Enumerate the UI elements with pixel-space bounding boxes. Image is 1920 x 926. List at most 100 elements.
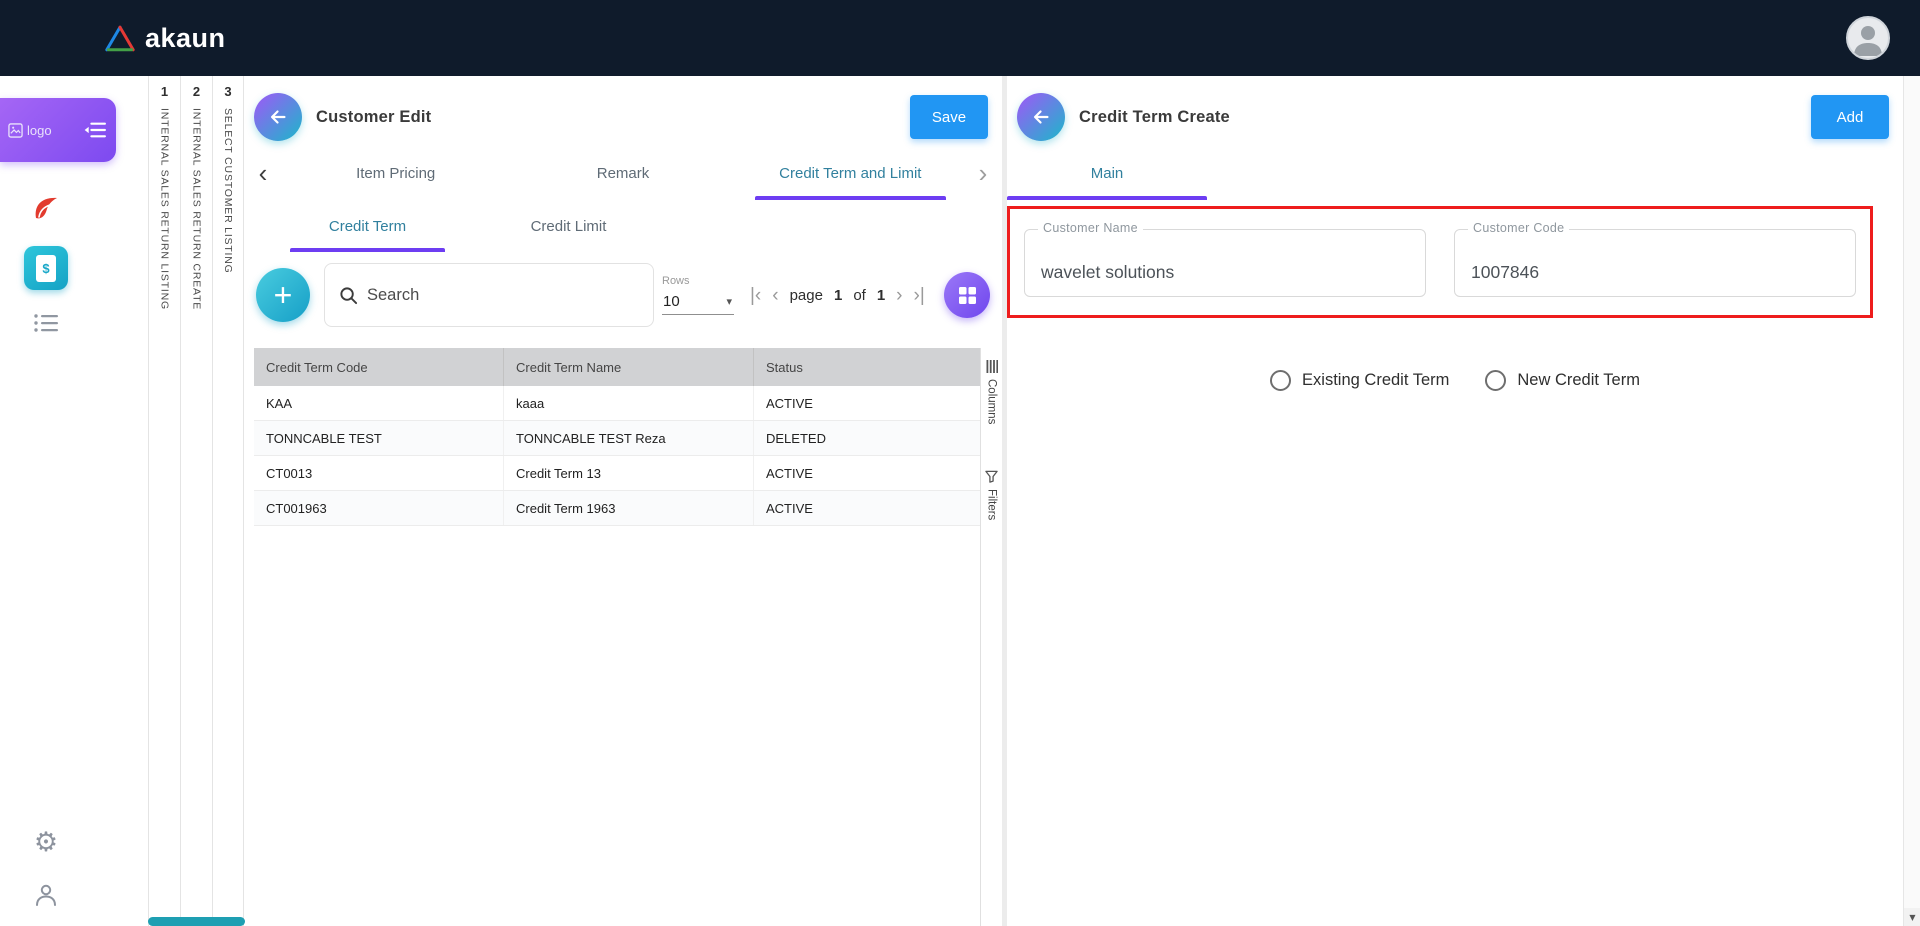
radio-circle-icon <box>1485 370 1506 391</box>
horizontal-scrollbar-thumb[interactable] <box>148 917 245 926</box>
filters-label: Filters <box>986 489 998 520</box>
search-icon <box>339 286 358 305</box>
credit-term-table-area: Credit Term Code Credit Term Name Status… <box>254 348 1002 926</box>
step-strip-3[interactable]: 3 SELECT CUSTOMER LISTING <box>212 76 244 926</box>
red-app-icon[interactable] <box>24 192 68 224</box>
vertical-scrollbar[interactable]: ▼ <box>1903 76 1920 926</box>
subtab-credit-limit[interactable]: Credit Limit <box>491 200 646 252</box>
first-page-icon[interactable]: |‹ <box>750 286 761 305</box>
sidebar-bottom-icons: ⚙ <box>24 829 68 908</box>
table-row[interactable]: TONNCABLE TEST TONNCABLE TEST Reza DELET… <box>254 421 980 456</box>
cell-status: ACTIVE <box>754 386 980 420</box>
credit-subtabs: Credit Term Credit Limit <box>244 200 1002 252</box>
brand-logo[interactable]: akaun <box>104 23 226 54</box>
app-page: akaun <box>0 0 1920 926</box>
table-options-strip: Columns Filters <box>980 348 1002 926</box>
step-number: 2 <box>193 84 200 99</box>
credit-term-create-header: Credit Term Create Add <box>1007 76 1903 146</box>
pagination: |‹ ‹ page 1 of 1 › ›| <box>750 286 925 305</box>
tab-remark[interactable]: Remark <box>509 146 736 200</box>
customer-name-field[interactable]: Customer Name wavelet solutions <box>1024 229 1426 297</box>
profile-person-icon[interactable] <box>24 882 68 908</box>
cell-credit-term-code: CT001963 <box>254 491 504 525</box>
cell-status: ACTIVE <box>754 456 980 490</box>
credit-term-create-panel: Credit Term Create Add Main Customer Nam… <box>1007 76 1903 926</box>
search-box[interactable] <box>324 263 654 327</box>
filters-option[interactable]: Filters <box>985 470 998 520</box>
save-button[interactable]: Save <box>910 95 988 139</box>
table-row[interactable]: CT0013 Credit Term 13 ACTIVE <box>254 456 980 491</box>
page-title: Credit Term Create <box>1079 108 1230 127</box>
customer-edit-panel: Customer Edit Save ‹ Item Pricing Remark… <box>244 76 1002 926</box>
main-panels: Customer Edit Save ‹ Item Pricing Remark… <box>244 76 1920 926</box>
tabs-scroll-right-icon[interactable]: › <box>964 146 1002 200</box>
sidebar-logo-card[interactable]: logo <box>0 98 116 162</box>
brand-triangle-icon <box>104 24 136 53</box>
scroll-down-icon[interactable]: ▼ <box>1904 908 1920 926</box>
column-header-status[interactable]: Status <box>754 348 980 386</box>
cell-status: DELETED <box>754 421 980 455</box>
customer-edit-header: Customer Edit Save <box>244 76 1002 146</box>
tab-main[interactable]: Main <box>1007 146 1207 200</box>
cell-credit-term-name: TONNCABLE TEST Reza <box>504 421 754 455</box>
sidebar-app-icons: $ <box>0 192 148 334</box>
rows-value: 10 <box>663 293 680 310</box>
columns-option[interactable]: Columns <box>986 360 998 424</box>
radio-new-credit-term[interactable]: New Credit Term <box>1485 370 1640 391</box>
radio-existing-credit-term[interactable]: Existing Credit Term <box>1270 370 1449 391</box>
sidebar-toggle-icon[interactable] <box>84 121 106 139</box>
step-strip-1[interactable]: 1 INTERNAL SALES RETURN LISTING <box>148 76 180 926</box>
column-header-credit-term-name[interactable]: Credit Term Name <box>504 348 754 386</box>
logo-alt-text: logo <box>27 123 52 138</box>
broken-image-icon <box>8 123 23 138</box>
tab-credit-term-and-limit[interactable]: Credit Term and Limit <box>737 146 964 200</box>
brand-name: akaun <box>145 23 226 54</box>
credit-term-create-tabs: Main <box>1007 146 1903 200</box>
current-page-number: 1 <box>834 287 842 304</box>
teal-app-icon[interactable]: $ <box>24 246 68 290</box>
add-credit-term-button[interactable]: + <box>256 268 310 322</box>
total-pages-number: 1 <box>877 287 885 304</box>
back-button[interactable] <box>1017 93 1065 141</box>
step-strip-2[interactable]: 2 INTERNAL SALES RETURN CREATE <box>180 76 212 926</box>
customer-name-value: wavelet solutions <box>1041 262 1174 283</box>
app-shell: logo <box>0 76 1920 926</box>
list-icon[interactable] <box>24 312 68 334</box>
grid-view-button[interactable] <box>944 272 990 318</box>
credit-term-type-radios: Existing Credit Term New Credit Term <box>1007 370 1903 391</box>
tab-item-pricing[interactable]: Item Pricing <box>282 146 509 200</box>
back-button[interactable] <box>254 93 302 141</box>
tabs-scroll-left-icon[interactable]: ‹ <box>244 146 282 200</box>
customer-code-field[interactable]: Customer Code 1007846 <box>1454 229 1856 297</box>
table-header-row: Credit Term Code Credit Term Name Status <box>254 348 980 386</box>
cell-status: ACTIVE <box>754 491 980 525</box>
table-row[interactable]: KAA kaaa ACTIVE <box>254 386 980 421</box>
cell-credit-term-code: CT0013 <box>254 456 504 490</box>
prev-page-icon[interactable]: ‹ <box>772 286 778 305</box>
last-page-icon[interactable]: ›| <box>914 286 925 305</box>
filter-funnel-icon <box>985 470 998 483</box>
column-header-credit-term-code[interactable]: Credit Term Code <box>254 348 504 386</box>
person-icon <box>1848 18 1888 58</box>
settings-gear-icon[interactable]: ⚙ <box>24 829 68 856</box>
sidebar: logo <box>0 76 148 926</box>
cell-credit-term-code: TONNCABLE TEST <box>254 421 504 455</box>
radio-circle-icon <box>1270 370 1291 391</box>
table-row[interactable]: CT001963 Credit Term 1963 ACTIVE <box>254 491 980 526</box>
step-label: SELECT CUSTOMER LISTING <box>222 108 234 274</box>
add-button[interactable]: Add <box>1811 95 1889 139</box>
search-input[interactable] <box>367 286 639 305</box>
teal-app-tile: $ <box>24 246 68 290</box>
rows-per-page-select[interactable]: Rows 10 ▾ <box>662 275 734 315</box>
table-toolbar: + Rows 10 ▾ <box>244 252 1002 338</box>
customer-name-label: Customer Name <box>1038 221 1143 235</box>
page-word: page <box>790 287 823 304</box>
next-page-icon[interactable]: › <box>896 286 902 305</box>
subtab-credit-term[interactable]: Credit Term <box>290 200 445 252</box>
caret-down-icon: ▾ <box>726 295 732 308</box>
credit-term-table: Credit Term Code Credit Term Name Status… <box>254 348 980 926</box>
customer-edit-tabs: ‹ Item Pricing Remark Credit Term and Li… <box>244 146 1002 200</box>
user-avatar[interactable] <box>1846 16 1890 60</box>
cell-credit-term-name: Credit Term 13 <box>504 456 754 490</box>
step-label: INTERNAL SALES RETURN LISTING <box>159 108 171 310</box>
